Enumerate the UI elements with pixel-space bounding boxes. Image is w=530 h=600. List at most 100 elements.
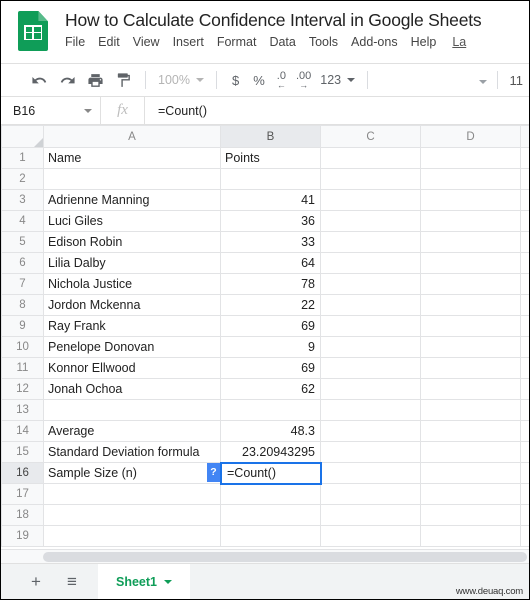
row-header-11[interactable]: 11 [1, 357, 44, 379]
cell-d16[interactable] [420, 462, 521, 484]
cell-d4[interactable] [420, 210, 521, 232]
cell-d2[interactable] [420, 168, 521, 190]
cell-e19[interactable] [520, 525, 529, 547]
row-header-2[interactable]: 2 [1, 168, 44, 190]
cell-e16[interactable] [520, 462, 529, 484]
cell-c13[interactable] [320, 399, 421, 421]
cell-c14[interactable] [320, 420, 421, 442]
cell-b7[interactable]: 78 [220, 273, 321, 295]
cell-e15[interactable] [520, 441, 529, 463]
cell-e10[interactable] [520, 336, 529, 358]
font-family-dropdown[interactable] [478, 71, 497, 89]
cell-b5[interactable]: 33 [220, 231, 321, 253]
cell-d11[interactable] [420, 357, 521, 379]
row-header-15[interactable]: 15 [1, 441, 44, 463]
last-edit-link[interactable]: La [452, 35, 466, 49]
chevron-down-icon[interactable] [164, 579, 172, 584]
cell-d8[interactable] [420, 294, 521, 316]
cell-a14[interactable]: Average [43, 420, 221, 442]
all-sheets-menu-icon[interactable]: ≡ [54, 564, 90, 599]
cell-b14[interactable]: 48.3 [220, 420, 321, 442]
cell-d6[interactable] [420, 252, 521, 274]
cell-b16-active-editor[interactable]: ? =Count() [207, 462, 322, 485]
cell-b11[interactable]: 69 [220, 357, 321, 379]
cell-e1[interactable] [520, 147, 529, 169]
cell-c7[interactable] [320, 273, 421, 295]
cell-b17[interactable] [220, 483, 321, 505]
menu-add-ons[interactable]: Add-ons [351, 35, 398, 49]
row-header-14[interactable]: 14 [1, 420, 44, 442]
cell-e9[interactable] [520, 315, 529, 337]
cell-d19[interactable] [420, 525, 521, 547]
row-header-12[interactable]: 12 [1, 378, 44, 400]
cell-e13[interactable] [520, 399, 529, 421]
cell-a1[interactable]: Name [43, 147, 221, 169]
zoom-selector[interactable]: 100% [154, 73, 208, 87]
sheet-tab-sheet1[interactable]: Sheet1 [98, 564, 190, 599]
row-header-5[interactable]: 5 [1, 231, 44, 253]
cell-a4[interactable]: Luci Giles [43, 210, 221, 232]
row-header-16[interactable]: 16 [1, 462, 44, 484]
cell-d12[interactable] [420, 378, 521, 400]
column-header-c[interactable]: C [320, 125, 421, 148]
cell-b2[interactable] [220, 168, 321, 190]
currency-format-button[interactable]: $ [225, 73, 246, 88]
menu-edit[interactable]: Edit [98, 35, 120, 49]
row-header-6[interactable]: 6 [1, 252, 44, 274]
fx-icon[interactable]: fx [101, 97, 145, 124]
horizontal-scrollbar[interactable] [1, 549, 529, 563]
cell-c17[interactable] [320, 483, 421, 505]
cell-d7[interactable] [420, 273, 521, 295]
paint-format-icon[interactable] [109, 67, 137, 93]
cell-d17[interactable] [420, 483, 521, 505]
cell-e4[interactable] [520, 210, 529, 232]
cell-d14[interactable] [420, 420, 521, 442]
add-sheet-button[interactable]: + [18, 564, 54, 599]
cell-e17[interactable] [520, 483, 529, 505]
cell-b9[interactable]: 69 [220, 315, 321, 337]
cell-a5[interactable]: Edison Robin [43, 231, 221, 253]
menu-help[interactable]: Help [411, 35, 437, 49]
row-header-19[interactable]: 19 [1, 525, 44, 547]
cell-c1[interactable] [320, 147, 421, 169]
cell-b10[interactable]: 9 [220, 336, 321, 358]
cell-e3[interactable] [520, 189, 529, 211]
cell-a10[interactable]: Penelope Donovan [43, 336, 221, 358]
cell-a13[interactable] [43, 399, 221, 421]
column-header-d[interactable]: D [420, 125, 521, 148]
decrease-decimal-button[interactable]: .0 ← [272, 70, 291, 89]
cell-e6[interactable] [520, 252, 529, 274]
cell-d3[interactable] [420, 189, 521, 211]
undo-icon[interactable] [25, 67, 53, 93]
cell-a15[interactable]: Standard Deviation formula [43, 441, 221, 463]
cell-c5[interactable] [320, 231, 421, 253]
cell-e11[interactable] [520, 357, 529, 379]
font-size-value[interactable]: 11 [496, 71, 530, 89]
cell-c9[interactable] [320, 315, 421, 337]
row-header-18[interactable]: 18 [1, 504, 44, 526]
row-header-10[interactable]: 10 [1, 336, 44, 358]
column-header-a[interactable]: A [43, 125, 221, 148]
cell-c3[interactable] [320, 189, 421, 211]
spreadsheet-grid[interactable]: A B C D 1 Name Points 2 3 Adrienne Manni… [1, 125, 529, 549]
cell-b12[interactable]: 62 [220, 378, 321, 400]
cell-a2[interactable] [43, 168, 221, 190]
cell-a7[interactable]: Nichola Justice [43, 273, 221, 295]
cell-b18[interactable] [220, 504, 321, 526]
cell-d10[interactable] [420, 336, 521, 358]
row-header-13[interactable]: 13 [1, 399, 44, 421]
menu-file[interactable]: File [65, 35, 85, 49]
cell-c10[interactable] [320, 336, 421, 358]
cell-d18[interactable] [420, 504, 521, 526]
menu-view[interactable]: View [133, 35, 160, 49]
cell-c6[interactable] [320, 252, 421, 274]
cell-b8[interactable]: 22 [220, 294, 321, 316]
cell-a12[interactable]: Jonah Ochoa [43, 378, 221, 400]
cell-d15[interactable] [420, 441, 521, 463]
row-header-9[interactable]: 9 [1, 315, 44, 337]
row-header-17[interactable]: 17 [1, 483, 44, 505]
cell-b1[interactable]: Points [220, 147, 321, 169]
menu-data[interactable]: Data [269, 35, 295, 49]
print-icon[interactable] [81, 67, 109, 93]
row-header-3[interactable]: 3 [1, 189, 44, 211]
